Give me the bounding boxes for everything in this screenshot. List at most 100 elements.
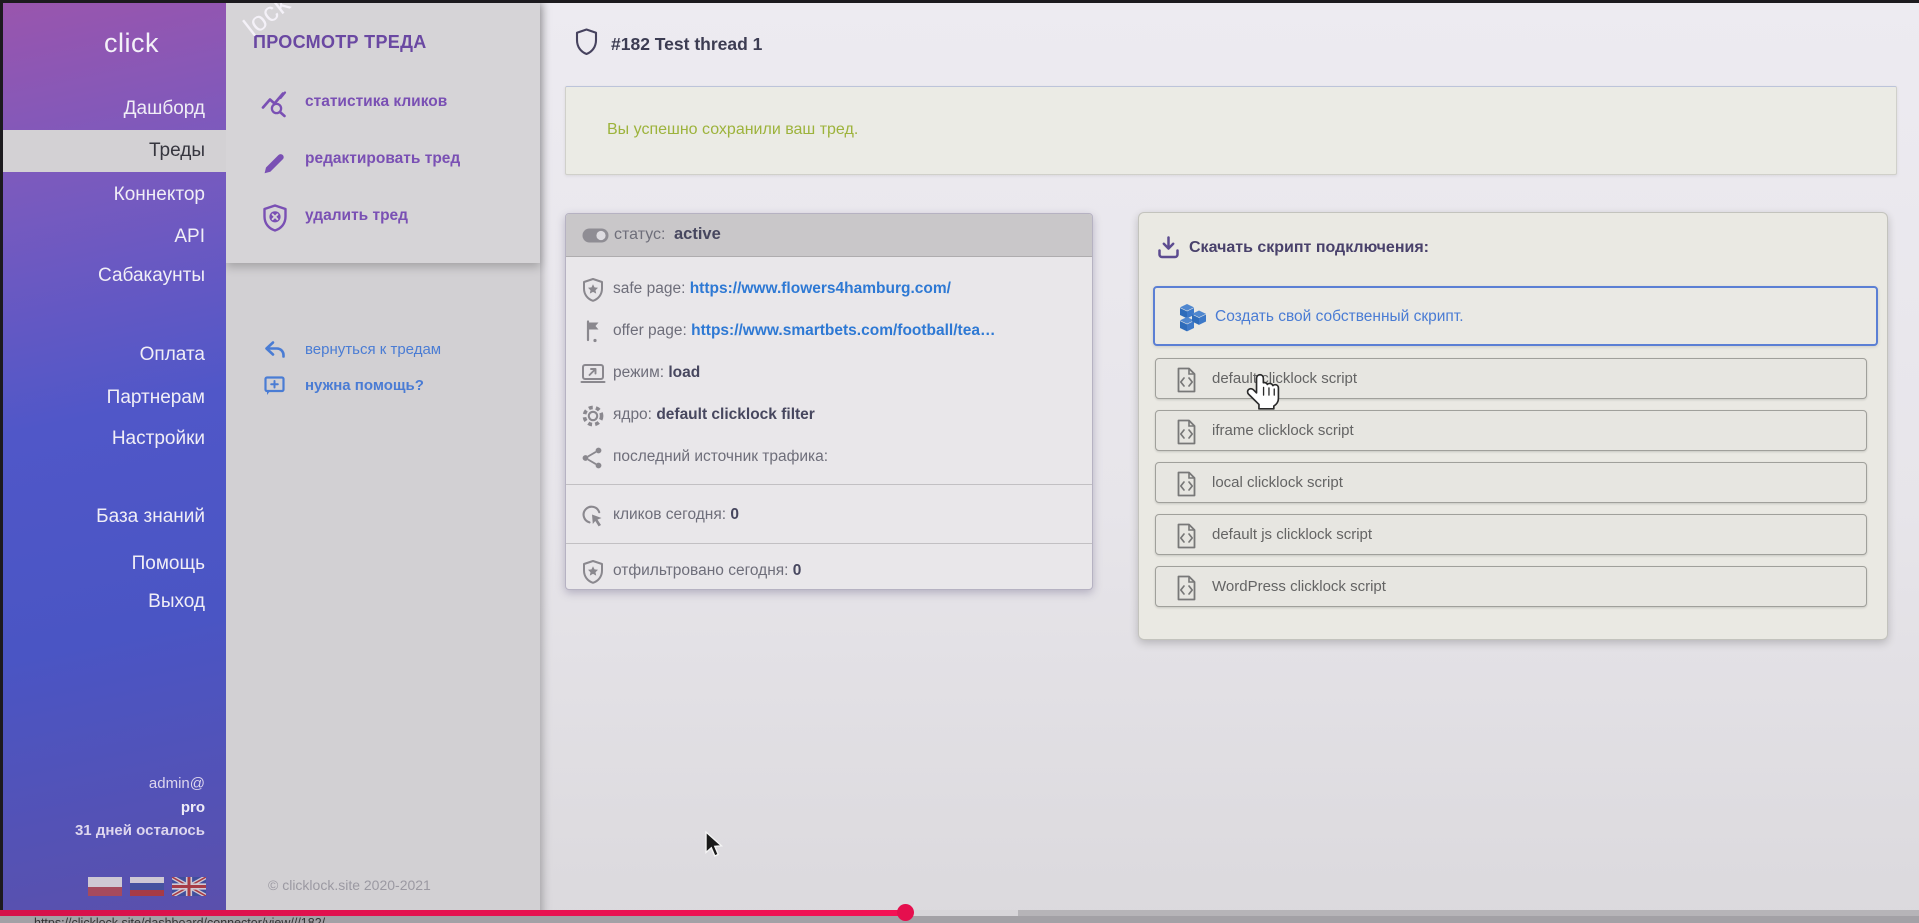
gear-icon xyxy=(580,403,606,434)
code-file-icon xyxy=(1176,367,1197,398)
thread-menu-panel: ПРОСМОТР ТРЕДА статистика кликов xyxy=(226,0,540,923)
safe-page-url[interactable]: https://www.flowers4hamburg.com/ xyxy=(690,280,951,297)
video-progress-played[interactable] xyxy=(0,910,905,916)
logo-text-click: click xyxy=(104,28,159,58)
user-plan: pro xyxy=(181,799,205,816)
language-switcher xyxy=(88,877,206,896)
script-button-wordpress-label: WordPress clicklock script xyxy=(1212,578,1386,595)
copyright-text: © clicklock.site 2020-2021 xyxy=(268,877,431,893)
return-arrow-icon xyxy=(263,339,287,366)
video-progress-buffered[interactable] xyxy=(905,910,1018,916)
core-label: ядро: default clicklock filter xyxy=(613,406,815,424)
mode-row: режим: load xyxy=(566,360,1092,390)
sidebar-item-threads[interactable]: Треды xyxy=(0,130,226,172)
shield-icon xyxy=(575,28,598,61)
success-message: Вы успешно сохранили ваш тред. xyxy=(607,121,858,139)
days-left: 31 дней осталось xyxy=(75,822,205,839)
offer-page-label: offer page: https://www.smartbets.com/fo… xyxy=(613,322,995,340)
share-icon xyxy=(580,445,606,476)
clicks-today-row: кликов сегодня: 0 xyxy=(566,502,1092,532)
mode-screen-icon xyxy=(580,361,606,392)
menu-item-edit-thread-label: редактировать тред xyxy=(305,150,460,168)
offer-page-row: offer page: https://www.smartbets.com/fo… xyxy=(566,318,1092,348)
stats-search-icon xyxy=(260,89,290,124)
sidebar-item-logout[interactable]: Выход xyxy=(148,590,205,613)
uk-flag-icon[interactable] xyxy=(172,877,206,896)
script-button-default-js-label: default js clicklock script xyxy=(1212,526,1372,543)
russia-flag-icon[interactable] xyxy=(130,877,164,896)
need-help-text: нужна помощь? xyxy=(305,377,424,394)
download-script-card: Скачать скрипт подключения: xyxy=(1138,212,1888,640)
menu-title: ПРОСМОТР ТРЕДА xyxy=(253,32,427,53)
video-progress-remaining[interactable] xyxy=(1018,910,1919,916)
cubes-icon xyxy=(1177,303,1209,338)
script-button-iframe[interactable]: iframe clicklock script xyxy=(1155,410,1867,451)
core-row: ядро: default clicklock filter xyxy=(566,402,1092,432)
flag-icon xyxy=(580,319,606,350)
sidebar-item-settings[interactable]: Настройки xyxy=(112,427,205,450)
script-button-default-js[interactable]: default js clicklock script xyxy=(1155,514,1867,555)
sidebar-item-partners[interactable]: Партнерам xyxy=(107,386,205,409)
menu-item-edit-thread[interactable]: редактировать тред xyxy=(226,144,540,178)
help-comment-icon xyxy=(263,375,287,402)
script-button-local-label: local clicklock script xyxy=(1212,474,1343,491)
code-file-icon xyxy=(1176,575,1197,606)
script-button-default-label: default clicklock script xyxy=(1212,370,1357,387)
back-to-threads-link[interactable]: вернуться к тредам xyxy=(226,338,540,364)
menu-item-click-stats[interactable]: статистика кликов xyxy=(226,87,540,121)
browser-status-bar: https://clicklock.site/dashboard/connect… xyxy=(0,916,1919,923)
shield-star-icon xyxy=(580,277,606,308)
traffic-source-row: последний источник трафика: xyxy=(566,444,1092,474)
shield-x-icon xyxy=(260,203,290,238)
status-header: статус: active xyxy=(566,214,1092,257)
sidebar-item-knowledge-base[interactable]: База знаний xyxy=(96,505,205,528)
code-file-icon xyxy=(1176,523,1197,554)
user-email: admin@ xyxy=(149,775,205,792)
need-help-link[interactable]: нужна помощь? xyxy=(226,374,540,400)
sidebar-item-dashboard[interactable]: Дашборд xyxy=(124,97,205,120)
offer-page-url[interactable]: https://www.smartbets.com/football/tea… xyxy=(691,322,995,339)
filtered-today-row: отфильтровано сегодня: 0 xyxy=(566,558,1092,588)
click-cursor-icon xyxy=(580,503,607,535)
sidebar-item-payment[interactable]: Оплата xyxy=(140,343,205,366)
status-label: статус: xyxy=(614,226,665,244)
code-file-icon xyxy=(1176,471,1197,502)
script-button-iframe-label: iframe clicklock script xyxy=(1212,422,1354,439)
menu-item-delete-thread[interactable]: удалить тред xyxy=(226,201,540,235)
thread-status-card: статус: active safe page: https://www.fl… xyxy=(565,213,1093,590)
clicklock-logo[interactable]: clicklock xyxy=(104,28,159,59)
clicks-today-value: 0 xyxy=(730,506,739,523)
thread-title: #182 Test thread 1 xyxy=(611,34,762,55)
back-to-threads-label: вернуться к тредам xyxy=(305,341,441,358)
video-progress-handle[interactable] xyxy=(897,904,914,921)
menu-item-click-stats-label: статистика кликов xyxy=(305,93,447,111)
create-own-script-button[interactable]: Создать свой собственный скрипт. xyxy=(1153,286,1878,346)
sidebar-item-connector[interactable]: Коннектор xyxy=(114,183,205,206)
script-button-wordpress[interactable]: WordPress clicklock script xyxy=(1155,566,1867,607)
mode-label: режим: load xyxy=(613,364,700,382)
thread-menu-card: ПРОСМОТР ТРЕДА статистика кликов xyxy=(226,0,540,263)
sidebar-item-subaccounts[interactable]: Сабакаунты xyxy=(98,264,205,287)
app-window: clicklock Дашборд Треды Коннектор API Са… xyxy=(0,0,1919,923)
clicks-today-label: кликов сегодня: 0 xyxy=(613,506,739,524)
thread-header: #182 Test thread 1 xyxy=(575,28,762,61)
shield-star-icon xyxy=(580,559,606,590)
left-edge xyxy=(0,0,3,923)
safe-page-row: safe page: https://www.flowers4hamburg.c… xyxy=(566,276,1092,306)
code-file-icon xyxy=(1176,419,1197,450)
download-card-title: Скачать скрипт подключения: xyxy=(1189,239,1429,257)
download-icon xyxy=(1156,235,1181,265)
filtered-today-label: отфильтровано сегодня: 0 xyxy=(613,562,801,580)
status-value: active xyxy=(674,225,721,244)
script-button-local[interactable]: local clicklock script xyxy=(1155,462,1867,503)
sidebar: clicklock Дашборд Треды Коннектор API Са… xyxy=(0,0,226,923)
poland-flag-icon[interactable] xyxy=(88,877,122,896)
divider xyxy=(566,484,1092,485)
sidebar-item-help[interactable]: Помощь xyxy=(132,552,205,575)
safe-page-label: safe page: https://www.flowers4hamburg.c… xyxy=(613,280,951,298)
toggle-icon xyxy=(582,228,609,248)
sidebar-item-api[interactable]: API xyxy=(174,225,205,248)
script-button-default[interactable]: default clicklock script xyxy=(1155,358,1867,399)
success-alert: Вы успешно сохранили ваш тред. xyxy=(565,86,1897,175)
menu-item-delete-thread-label: удалить тред xyxy=(305,207,408,225)
